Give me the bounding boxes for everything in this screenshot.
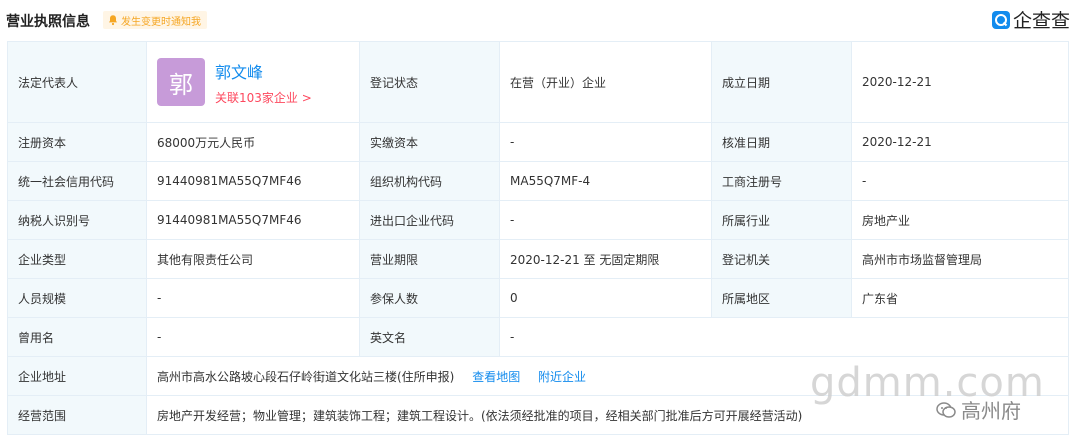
value-reg-status: 在营（开业）企业 — [499, 41, 712, 123]
brand-logo[interactable]: 企查查 — [991, 6, 1070, 33]
avatar[interactable]: 郭 — [157, 58, 205, 106]
notify-change-button[interactable]: 发生变更时通知我 — [103, 11, 207, 29]
value-paid-capital: - — [499, 122, 712, 162]
value-credit-code: 91440981MA55Q7MF46 — [146, 161, 360, 201]
value-org-code: MA55Q7MF-4 — [499, 161, 712, 201]
view-map-link[interactable]: 查看地图 — [472, 370, 520, 384]
nearby-companies-link[interactable]: 附近企业 — [538, 370, 586, 384]
value-business-term: 2020-12-21 至 无固定期限 — [499, 239, 712, 279]
table-row: 人员规模 - 参保人数 0 所属地区 广东省 — [7, 278, 1069, 318]
table-row: 曾用名 - 英文名 - — [7, 317, 1069, 357]
label-reg-status: 登记状态 — [359, 41, 500, 123]
value-region: 广东省 — [851, 278, 1069, 318]
table-row: 企业类型 其他有限责任公司 营业期限 2020-12-21 至 无固定期限 登记… — [7, 239, 1069, 279]
value-approval-date: 2020-12-21 — [851, 122, 1069, 162]
label-staff-size: 人员规模 — [7, 278, 147, 318]
wechat-icon — [936, 401, 956, 418]
table-row: 注册资本 68000万元人民币 实缴资本 - 核准日期 2020-12-21 — [7, 122, 1069, 162]
label-import-export-code: 进出口企业代码 — [359, 200, 500, 240]
label-credit-code: 统一社会信用代码 — [7, 161, 147, 201]
legal-rep-cell: 郭 郭文峰 关联103家企业 > — [146, 41, 360, 123]
label-reg-authority: 登记机关 — [711, 239, 852, 279]
label-region: 所属地区 — [711, 278, 852, 318]
label-business-term: 营业期限 — [359, 239, 500, 279]
value-reg-number: - — [851, 161, 1069, 201]
value-english-name: - — [499, 317, 1069, 357]
watermark-sub-label: 高州府 — [961, 399, 1021, 423]
value-established-date: 2020-12-21 — [851, 41, 1069, 123]
label-registered-capital: 注册资本 — [7, 122, 147, 162]
value-reg-authority: 高州市市场监督管理局 — [851, 239, 1069, 279]
value-former-name: - — [146, 317, 360, 357]
label-org-code: 组织机构代码 — [359, 161, 500, 201]
notify-label: 发生变更时通知我 — [121, 16, 201, 28]
legal-rep: 郭 郭文峰 关联103家企业 > — [157, 58, 349, 106]
label-legal-rep: 法定代表人 — [7, 41, 147, 123]
label-industry: 所属行业 — [711, 200, 852, 240]
section-header: 营业执照信息 发生变更时通知我 企查查 — [0, 0, 1080, 40]
label-approval-date: 核准日期 — [711, 122, 852, 162]
table-row: 统一社会信用代码 91440981MA55Q7MF46 组织机构代码 MA55Q… — [7, 161, 1069, 201]
section-title: 营业执照信息 — [6, 14, 90, 30]
value-staff-size: - — [146, 278, 360, 318]
label-established-date: 成立日期 — [711, 41, 852, 123]
value-company-type: 其他有限责任公司 — [146, 239, 360, 279]
label-address: 企业地址 — [7, 356, 147, 396]
label-company-type: 企业类型 — [7, 239, 147, 279]
label-insured-count: 参保人数 — [359, 278, 500, 318]
legal-rep-name-link[interactable]: 郭文峰 — [215, 59, 312, 83]
table-row: 纳税人识别号 91440981MA55Q7MF46 进出口企业代码 - 所属行业… — [7, 200, 1069, 240]
value-registered-capital: 68000万元人民币 — [146, 122, 360, 162]
brand-text: 企查查 — [1012, 10, 1070, 32]
label-taxpayer-id: 纳税人识别号 — [7, 200, 147, 240]
related-companies-link[interactable]: 关联103家企业 > — [215, 89, 312, 106]
label-reg-number: 工商注册号 — [711, 161, 852, 201]
value-insured-count: 0 — [499, 278, 712, 318]
qichacha-icon — [991, 10, 1010, 29]
table-row: 法定代表人 郭 郭文峰 关联103家企业 > 登记状态 在营（开业）企业 成立日… — [7, 41, 1069, 123]
legal-rep-info: 郭文峰 关联103家企业 > — [215, 59, 312, 106]
value-taxpayer-id: 91440981MA55Q7MF46 — [146, 200, 360, 240]
label-business-scope: 经营范围 — [7, 395, 147, 435]
value-industry: 房地产业 — [851, 200, 1069, 240]
value-address: 高州市高水公路坡心段石仔岭街道文化站三楼(住所申报) — [157, 369, 455, 384]
label-paid-capital: 实缴资本 — [359, 122, 500, 162]
label-english-name: 英文名 — [359, 317, 500, 357]
value-import-export-code: - — [499, 200, 712, 240]
bell-icon — [109, 15, 117, 26]
watermark-sub: 高州府 — [935, 395, 1021, 424]
label-former-name: 曾用名 — [7, 317, 147, 357]
